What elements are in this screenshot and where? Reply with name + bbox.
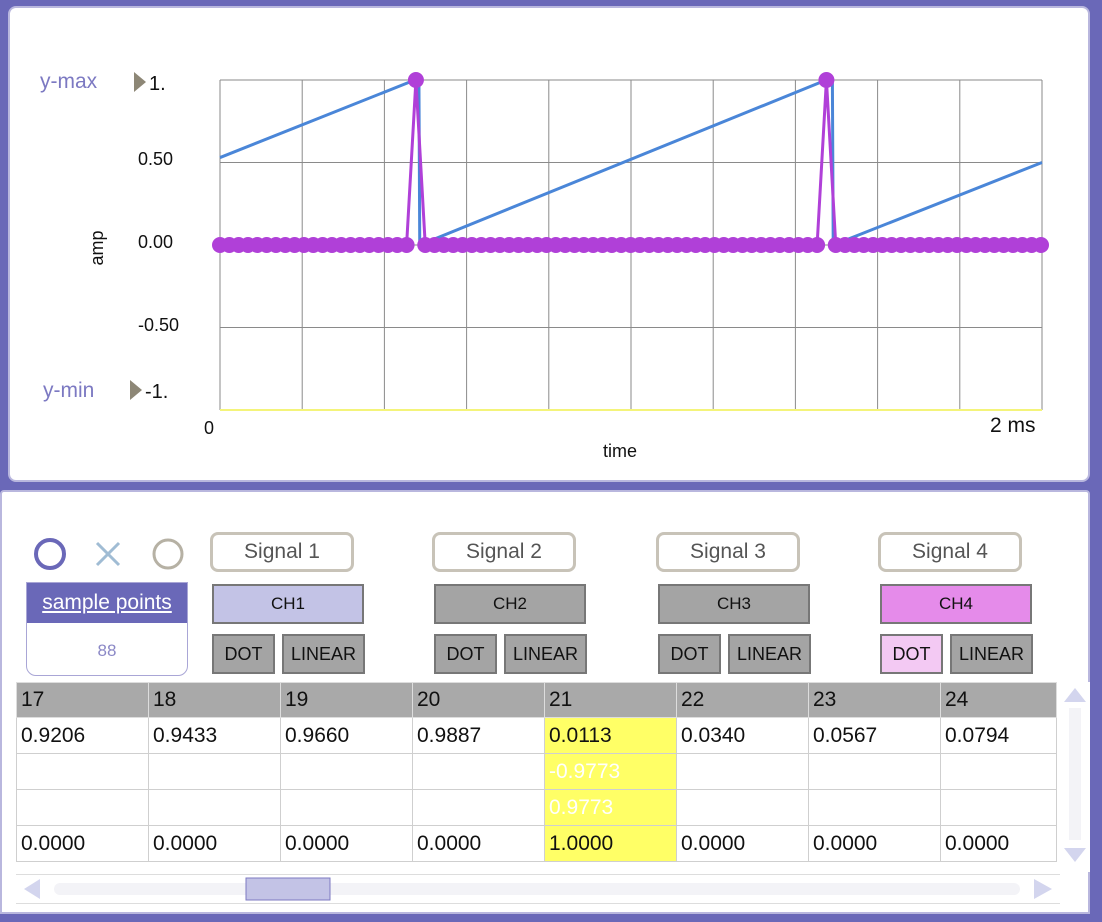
signal-4-dot-button[interactable]: DOT [880,634,943,674]
table-cell[interactable]: 0.9206 [16,717,149,754]
table-cell[interactable] [940,753,1057,790]
table-cell[interactable] [16,753,149,790]
y-max-label: y-max [40,70,98,93]
impulse-series-point [407,72,424,88]
sample-points-box[interactable]: sample points 88 [26,582,188,676]
impulse-series-point [818,72,835,88]
x-end-label: 2 ms [990,414,1036,437]
scroll-down-icon[interactable] [1064,848,1086,862]
table-header-row: 17 18 19 20 21 22 23 24 [16,682,1057,718]
table-cell[interactable] [676,753,809,790]
table-cell[interactable] [280,789,413,826]
table-cell[interactable]: 0.0000 [148,825,281,862]
y-max-triangle-icon[interactable] [134,72,146,92]
y-min-value[interactable]: -1. [145,381,168,403]
column-header: 19 [280,682,413,718]
signal-2-linear-button[interactable]: LINEAR [504,634,587,674]
table-cell[interactable]: 0.0000 [940,825,1057,862]
signal-3-dot-button[interactable]: DOT [658,634,721,674]
column-header: 24 [940,682,1057,718]
plot-panel: y-max 1. y-min -1. 0.50 0.00 -0.50 amp 0… [8,6,1090,482]
ch1-button[interactable]: CH1 [212,584,364,624]
horizontal-scroll-thumb[interactable] [245,877,331,901]
signal-4-button[interactable]: Signal 4 [878,532,1022,572]
column-header: 21 [544,682,677,718]
circle-icon[interactable] [32,536,68,572]
table-cell[interactable]: 0.0000 [412,825,545,862]
table-cell[interactable] [16,789,149,826]
circle-outline-icon[interactable] [150,536,186,572]
sample-points-value[interactable]: 88 [27,641,187,661]
table-cell-highlighted[interactable]: 0.9773 [544,789,677,826]
table-cell[interactable]: 0.0567 [808,717,941,754]
signal-4-linear-button[interactable]: LINEAR [950,634,1033,674]
table-row: 0.0000 0.0000 0.0000 0.0000 1.0000 0.000… [16,825,1057,862]
table-cell[interactable]: 0.0000 [280,825,413,862]
table-cell[interactable] [148,753,281,790]
table-cell-highlighted[interactable]: -0.9773 [544,753,677,790]
table-cell[interactable] [808,753,941,790]
y-min-triangle-icon[interactable] [130,380,142,400]
ch3-button[interactable]: CH3 [658,584,810,624]
column-header: 22 [676,682,809,718]
scroll-up-icon[interactable] [1064,688,1086,702]
y-axis-label: amp [87,230,107,265]
column-header: 17 [16,682,149,718]
table-cell[interactable] [940,789,1057,826]
table-cell[interactable]: 0.9887 [412,717,545,754]
sample-table: 17 18 19 20 21 22 23 24 0.9206 0.9433 0.… [16,682,1057,862]
signal-2-dot-button[interactable]: DOT [434,634,497,674]
table-cell[interactable] [808,789,941,826]
table-cell[interactable] [412,789,545,826]
signal-1-linear-button[interactable]: LINEAR [282,634,365,674]
y-tick-0: 0.50 [138,149,173,169]
table-cell[interactable]: 0.0000 [676,825,809,862]
table-cell[interactable]: 0.0000 [808,825,941,862]
signal-3-linear-button[interactable]: LINEAR [728,634,811,674]
vertical-scrollbar[interactable] [1060,682,1090,872]
signal-2-button[interactable]: Signal 2 [432,532,576,572]
column-header: 18 [148,682,281,718]
control-panel: sample points 88 Signal 1 CH1 DOT LINEAR… [0,490,1090,914]
column-header: 20 [412,682,545,718]
horizontal-scrollbar[interactable] [16,874,1060,904]
impulse-series-point [398,237,415,253]
table-row: 0.9773 [16,789,1057,826]
table-row: 0.9206 0.9433 0.9660 0.9887 0.0113 0.034… [16,717,1057,754]
y-min-label: y-min [43,379,94,402]
table-cell[interactable] [676,789,809,826]
table-cell[interactable] [280,753,413,790]
table-cell-highlighted[interactable]: 0.0113 [544,717,677,754]
ch2-button[interactable]: CH2 [434,584,586,624]
table-cell[interactable] [412,753,545,790]
table-cell[interactable]: 0.0340 [676,717,809,754]
signal-3-button[interactable]: Signal 3 [656,532,800,572]
table-row: -0.9773 [16,753,1057,790]
scroll-right-icon[interactable] [1034,879,1052,899]
y-tick-2: -0.50 [138,315,179,335]
table-cell-highlighted[interactable]: 1.0000 [544,825,677,862]
impulse-series-point [809,237,826,253]
signal-1-dot-button[interactable]: DOT [212,634,275,674]
sample-points-label[interactable]: sample points [27,583,187,623]
x-start-label: 0 [204,418,214,438]
vertical-scroll-track[interactable] [1069,708,1081,840]
x-axis-label: time [603,441,637,461]
column-header: 23 [808,682,941,718]
impulse-series-point [1033,237,1050,253]
table-cell[interactable]: 0.0000 [16,825,149,862]
table-cell[interactable]: 0.9660 [280,717,413,754]
scroll-left-icon[interactable] [24,879,40,899]
table-cell[interactable] [148,789,281,826]
y-max-value[interactable]: 1. [149,73,166,95]
table-cell[interactable]: 0.9433 [148,717,281,754]
signal-1-button[interactable]: Signal 1 [210,532,354,572]
horizontal-scroll-track[interactable] [54,883,1020,895]
y-tick-1: 0.00 [138,232,173,252]
table-cell[interactable]: 0.0794 [940,717,1057,754]
x-icon[interactable] [92,538,124,570]
signal-plot: y-max 1. y-min -1. 0.50 0.00 -0.50 amp 0… [40,70,1050,461]
ch4-button[interactable]: CH4 [880,584,1032,624]
